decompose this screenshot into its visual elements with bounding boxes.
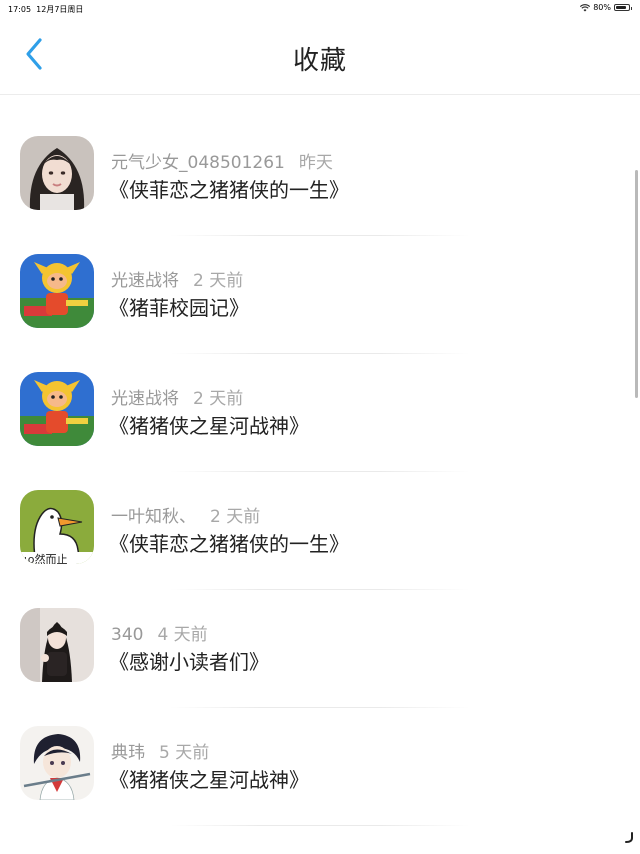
- avatar[interactable]: ιο然而止: [20, 490, 94, 564]
- page-title: 收藏: [292, 46, 347, 76]
- item-meta: 一叶知秋、 2 天前: [111, 502, 260, 527]
- avatar[interactable]: [20, 608, 94, 682]
- avatar[interactable]: [20, 372, 94, 446]
- item-time: 5 天前: [159, 743, 210, 763]
- status-right: 80%: [580, 3, 632, 12]
- item-title: 《感谢小读者们》: [109, 650, 269, 674]
- item-time: 昨天: [298, 153, 333, 173]
- item-meta: 340 4 天前: [111, 620, 208, 645]
- divider: [170, 825, 470, 826]
- favorite-item[interactable]: 典玮 5 天前 《猪猪侠之星河战神》: [0, 708, 640, 826]
- author-name: 典玮: [111, 743, 145, 763]
- status-clock: 17:05: [8, 5, 32, 14]
- item-meta: 光速战将 2 天前: [111, 266, 243, 291]
- item-title: 《猪猪侠之星河战神》: [109, 768, 309, 792]
- author-name: 元气少女_048501261: [111, 153, 285, 173]
- battery-fill: [616, 6, 626, 9]
- item-title: 《猪猪侠之星河战神》: [109, 414, 309, 438]
- author-name: 340: [111, 625, 144, 645]
- status-date: 12月7日周日: [36, 5, 84, 14]
- item-time: 4 天前: [157, 625, 208, 645]
- favorite-item[interactable]: 光速战将 2 天前 《猪猪侠之星河战神》: [0, 354, 640, 472]
- item-meta: 典玮 5 天前: [111, 738, 209, 763]
- battery-percent: 80%: [593, 3, 611, 12]
- nav-bar: 收藏: [0, 18, 640, 95]
- item-time: 2 天前: [210, 507, 261, 527]
- favorite-item[interactable]: 340 4 天前 《感谢小读者们》: [0, 590, 640, 708]
- status-time: 17:05 12月7日周日: [8, 4, 83, 15]
- item-meta: 光速战将 2 天前: [111, 384, 243, 409]
- favorites-list: 元气少女_048501261 昨天 《侠菲恋之猪猪侠的一生》 光速战将 2 天前 《…: [0, 118, 640, 826]
- favorite-item[interactable]: 光速战将 2 天前 《猪菲校园记》: [0, 236, 640, 354]
- author-name: 一叶知秋、: [111, 507, 196, 527]
- item-time: 2 天前: [193, 389, 244, 409]
- item-title: 《猪菲校园记》: [109, 296, 249, 320]
- avatar[interactable]: [20, 136, 94, 210]
- status-bar: 17:05 12月7日周日 80%: [0, 0, 640, 18]
- item-title: 《侠菲恋之猪猪侠的一生》: [109, 532, 349, 556]
- battery-icon: [614, 4, 632, 11]
- avatar[interactable]: [20, 726, 94, 800]
- corner-mark-icon: [624, 829, 634, 848]
- svg-text:ιο然而止: ιο然而止: [24, 552, 67, 564]
- author-name: 光速战将: [111, 389, 179, 409]
- scrollbar[interactable]: [635, 170, 638, 398]
- favorite-item[interactable]: 元气少女_048501261 昨天 《侠菲恋之猪猪侠的一生》: [0, 118, 640, 236]
- item-time: 2 天前: [193, 271, 244, 291]
- wifi-icon: [580, 3, 591, 12]
- author-name: 光速战将: [111, 271, 179, 291]
- avatar[interactable]: [20, 254, 94, 328]
- item-title: 《侠菲恋之猪猪侠的一生》: [109, 178, 349, 202]
- favorite-item[interactable]: ιο然而止 一叶知秋、 2 天前 《侠菲恋之猪猪侠的一生》: [0, 472, 640, 590]
- item-meta: 元气少女_048501261 昨天: [111, 148, 333, 173]
